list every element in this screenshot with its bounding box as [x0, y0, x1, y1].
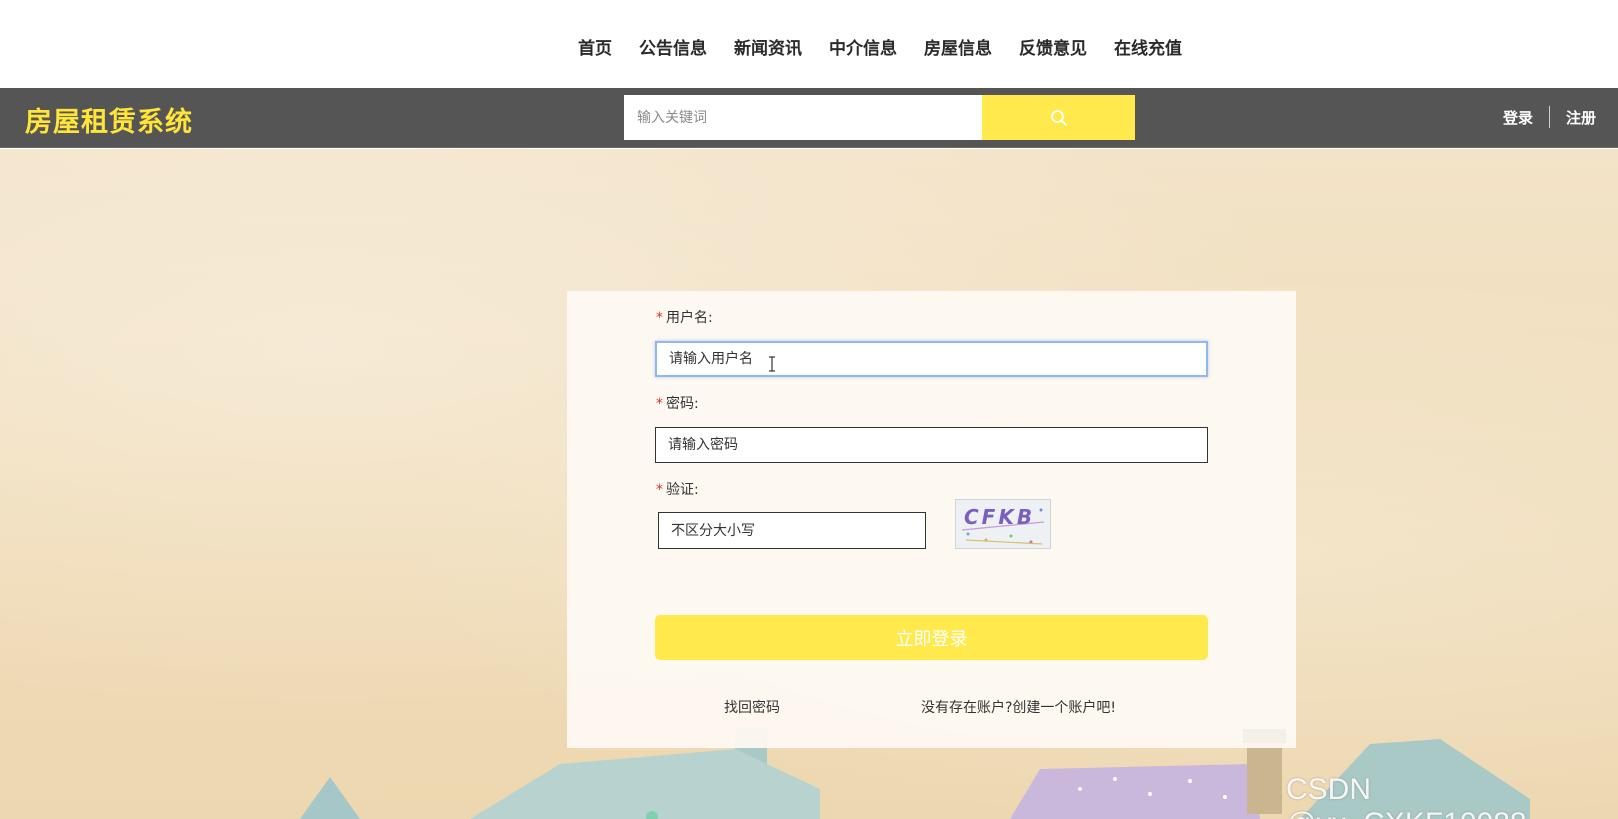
- search-button[interactable]: [982, 95, 1135, 140]
- captcha-input[interactable]: [658, 512, 926, 549]
- main-nav: 首页 公告信息 新闻资讯 中介信息 房屋信息 反馈意见 在线充值: [578, 34, 1209, 59]
- header-bar: 房屋租赁系统 登录 注册: [0, 88, 1618, 148]
- search-input[interactable]: [624, 95, 982, 140]
- auth-divider: [1548, 106, 1550, 128]
- username-input[interactable]: [655, 341, 1208, 377]
- username-label: * 用户名:: [656, 310, 713, 326]
- forgot-password-link[interactable]: 找回密码: [724, 697, 780, 717]
- auth-links: 登录 注册: [1503, 106, 1596, 128]
- password-label: * 密码:: [656, 396, 699, 412]
- top-nav: 首页 公告信息 新闻资讯 中介信息 房屋信息 反馈意见 在线充值: [0, 0, 1618, 88]
- login-card: *用户名: *密码: *验证: CFKB 立即登录 找回密码 没有存在账户?创建…: [567, 291, 1296, 748]
- captcha-image[interactable]: CFKB: [955, 499, 1051, 549]
- nav-item-announcements[interactable]: 公告信息: [639, 34, 707, 59]
- text-cursor-icon: [769, 356, 775, 372]
- nav-item-recharge[interactable]: 在线充值: [1114, 34, 1182, 59]
- verify-label: * 验证:: [656, 482, 699, 498]
- nav-item-home[interactable]: 首页: [578, 34, 612, 59]
- captcha-text: CFKB: [964, 505, 1035, 529]
- login-submit-button[interactable]: 立即登录: [655, 615, 1208, 660]
- register-link[interactable]: 注册: [1566, 107, 1596, 128]
- nav-item-agents[interactable]: 中介信息: [829, 34, 897, 59]
- password-input[interactable]: [655, 427, 1208, 463]
- site-brand: 房屋租赁系统: [25, 107, 193, 138]
- search-icon: [1050, 109, 1067, 126]
- captcha-icon: CFKB: [956, 500, 1050, 548]
- nav-item-feedback[interactable]: 反馈意见: [1019, 34, 1087, 59]
- watermark: CSDN @vx_CXKF10088: [1286, 773, 1527, 819]
- create-account-link[interactable]: 没有存在账户?创建一个账户吧!: [921, 697, 1116, 717]
- login-link[interactable]: 登录: [1503, 107, 1533, 128]
- nav-item-news[interactable]: 新闻资讯: [734, 34, 802, 59]
- nav-item-houses[interactable]: 房屋信息: [924, 34, 992, 59]
